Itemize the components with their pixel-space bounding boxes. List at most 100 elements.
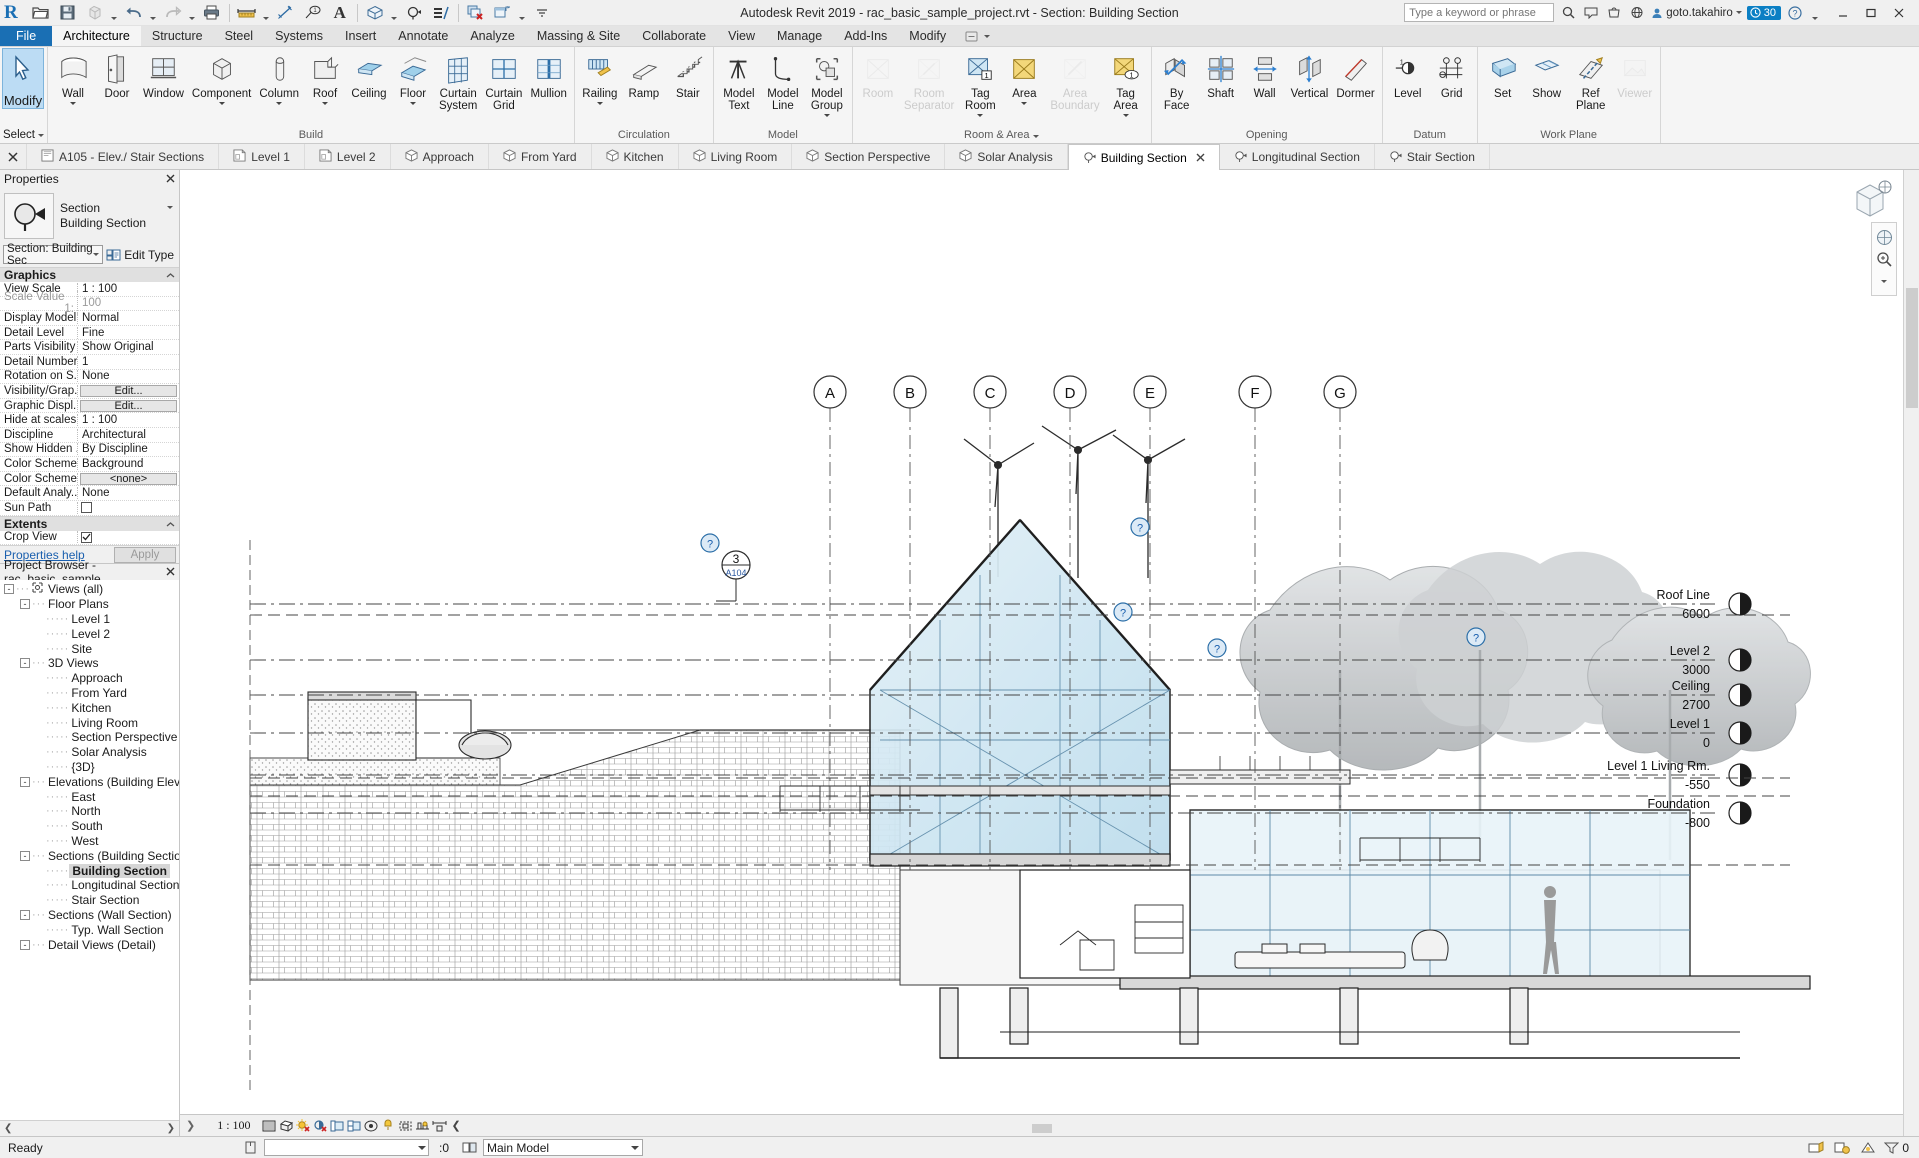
tree-node-kitchen[interactable]: ····· Kitchen — [0, 700, 179, 715]
property-value[interactable]: None — [78, 487, 179, 499]
close-hidden-windows-icon[interactable] — [463, 1, 489, 25]
editable-only-icon[interactable] — [1806, 1139, 1826, 1157]
measure-icon[interactable] — [234, 1, 260, 25]
ribbon-panel-select-title[interactable]: Select — [0, 128, 47, 143]
ribbon-button-door[interactable]: Door — [95, 49, 139, 101]
view-tab-from-yard[interactable]: From Yard — [489, 144, 592, 169]
help-icon[interactable]: ? — [1786, 3, 1804, 23]
properties-close-icon[interactable] — [166, 172, 175, 186]
properties-expand-icon[interactable] — [167, 205, 175, 224]
tree-expander-icon[interactable]: - — [4, 584, 14, 595]
save-icon[interactable] — [55, 1, 81, 25]
property-value[interactable]: 1 — [78, 356, 179, 368]
constraints-icon[interactable] — [431, 1116, 448, 1136]
save-as-icon[interactable] — [82, 1, 108, 25]
ribbon-button-set[interactable]: Set — [1481, 49, 1525, 101]
ribbon-button-tag-room[interactable]: 1 Tag Room — [958, 49, 1002, 118]
tree-node-views-all-[interactable]: - ··· Views (all) — [0, 582, 179, 597]
print-icon[interactable] — [199, 1, 225, 25]
ribbon-button-dropdown-icon[interactable] — [218, 102, 225, 105]
ribbon-tab-systems[interactable]: Systems — [264, 26, 334, 46]
ribbon-button-window[interactable]: Window — [139, 49, 188, 101]
property-value[interactable]: 100 — [78, 297, 179, 309]
tree-expander-icon[interactable]: - — [20, 939, 30, 950]
sun-path-off-icon[interactable] — [295, 1116, 312, 1136]
ribbon-button-wall[interactable]: Wall — [1243, 49, 1287, 101]
ribbon-tab-file[interactable]: File — [0, 26, 53, 46]
aligned-dimension-icon[interactable] — [273, 1, 299, 25]
tree-expander-icon[interactable]: - — [20, 776, 30, 787]
selection-dropdown[interactable] — [264, 1139, 429, 1156]
tree-node-approach[interactable]: ····· Approach — [0, 671, 179, 686]
properties-group-collapse-icon[interactable] — [166, 517, 175, 531]
show-crop-region-icon[interactable] — [363, 1116, 380, 1136]
ribbon-state-icon[interactable] — [957, 26, 998, 46]
ribbon-button-model-text[interactable]: Model Text — [717, 49, 761, 113]
tree-node-stair-section[interactable]: ····· Stair Section — [0, 893, 179, 908]
tree-expander-icon[interactable]: - — [20, 599, 30, 610]
ribbon-button-vertical[interactable]: Vertical — [1287, 49, 1333, 101]
ribbon-button-wall[interactable]: Wall — [51, 49, 95, 106]
zoom-tools-icon[interactable] — [1873, 248, 1895, 270]
tree-node-detail-views-detail-[interactable]: - ··· Detail Views (Detail) — [0, 937, 179, 952]
ribbon-button-roof[interactable]: Roof — [303, 49, 347, 106]
property-row[interactable]: Hide at scales ...1 : 100 — [0, 413, 179, 428]
property-value[interactable]: Background — [78, 458, 179, 470]
tree-node-3d-views[interactable]: - ··· 3D Views — [0, 656, 179, 671]
save-as-dropdown-icon[interactable] — [109, 1, 120, 25]
ribbon-button-stair[interactable]: Stair — [666, 49, 710, 101]
property-edit-button[interactable]: Edit... — [80, 399, 177, 412]
ribbon-tab-structure[interactable]: Structure — [141, 26, 214, 46]
steering-wheel-icon[interactable] — [1873, 226, 1895, 248]
maximize-button[interactable] — [1857, 2, 1885, 24]
expand-view-controls-icon[interactable]: ❮ — [448, 1116, 465, 1136]
property-row[interactable]: Rotation on S... None — [0, 370, 179, 385]
ribbon-button-floor[interactable]: Floor — [391, 49, 435, 106]
help-dropdown-icon[interactable] — [1809, 1, 1820, 25]
view-tab-close-icon[interactable] — [1196, 151, 1205, 165]
property-value[interactable]: By Discipline — [78, 443, 179, 455]
ribbon-button-by-face[interactable]: By Face — [1155, 49, 1199, 113]
measure-dropdown-icon[interactable] — [261, 1, 272, 25]
property-value[interactable]: Architectural — [78, 429, 179, 441]
view-tab-building-section[interactable]: Building Section — [1067, 144, 1220, 170]
property-checkbox[interactable] — [81, 502, 92, 514]
building-section-canvas[interactable]: A B C D E F G Roof Line 6000 Level 2 3000 Ceiling 2… — [180, 170, 1903, 1114]
revit-logo-icon[interactable]: R — [0, 3, 24, 22]
switch-windows-icon[interactable] — [490, 1, 516, 25]
ribbon-button-model-line[interactable]: Model Line — [761, 49, 805, 113]
view-scale-label[interactable]: 1 : 100 — [195, 1118, 260, 1133]
tree-node-site[interactable]: ····· Site — [0, 641, 179, 656]
property-value[interactable]: Normal — [78, 312, 179, 324]
property-row[interactable]: Color Scheme...Background — [0, 457, 179, 472]
property-row[interactable]: Crop View — [0, 531, 179, 546]
tree-node-elevations-building-elevation-[interactable]: -···Elevations (Building Elevation) — [0, 774, 179, 789]
tree-node-floor-plans[interactable]: - ··· Floor Plans — [0, 597, 179, 612]
render-dialog-icon[interactable] — [329, 1116, 346, 1136]
view-tab-a105-elev-stair-sections[interactable]: A105 - Elev./ Stair Sections — [27, 144, 220, 169]
edit-type-button[interactable]: Edit Type — [106, 248, 176, 262]
building-section-drawing[interactable]: A B C D E F G Roof Line 6000 Level 2 3000 Ceiling 2… — [180, 170, 1903, 1095]
properties-group-header[interactable]: Extents — [0, 515, 179, 531]
ribbon-button-dropdown-icon[interactable] — [70, 102, 76, 105]
vertical-scrollbar-thumb[interactable] — [1906, 288, 1918, 408]
ribbon-button-show[interactable]: Show — [1525, 49, 1569, 101]
property-value[interactable]: 1 : 100 — [78, 414, 179, 426]
property-value[interactable]: Fine — [78, 327, 179, 339]
ribbon-button-dropdown-icon[interactable] — [596, 102, 603, 105]
app-store-icon[interactable] — [1605, 3, 1623, 23]
trial-days-badge[interactable]: 30 — [1746, 5, 1781, 20]
ribbon-tab-annotate[interactable]: Annotate — [387, 26, 459, 46]
temporary-hide-isolate-icon[interactable] — [380, 1116, 397, 1136]
tree-node-solar-analysis[interactable]: ····· Solar Analysis — [0, 745, 179, 760]
property-row[interactable]: Discipline Architectural — [0, 428, 179, 443]
ribbon-tab-modify[interactable]: Modify — [898, 26, 957, 46]
tree-node-typ-wall-section[interactable]: ····· Typ. Wall Section — [0, 922, 179, 937]
horizontal-scrollbar-thumb[interactable] — [1031, 1124, 1052, 1133]
view-tab-approach[interactable]: Approach — [391, 144, 489, 169]
default-3d-view-icon[interactable] — [362, 1, 388, 25]
visual-style-icon[interactable] — [278, 1116, 295, 1136]
design-options-dropdown[interactable]: Main Model — [483, 1139, 644, 1156]
tree-node-level-1[interactable]: ····· Level 1 — [0, 612, 179, 627]
ribbon-button-curtain-grid[interactable]: Curtain Grid — [481, 49, 526, 113]
